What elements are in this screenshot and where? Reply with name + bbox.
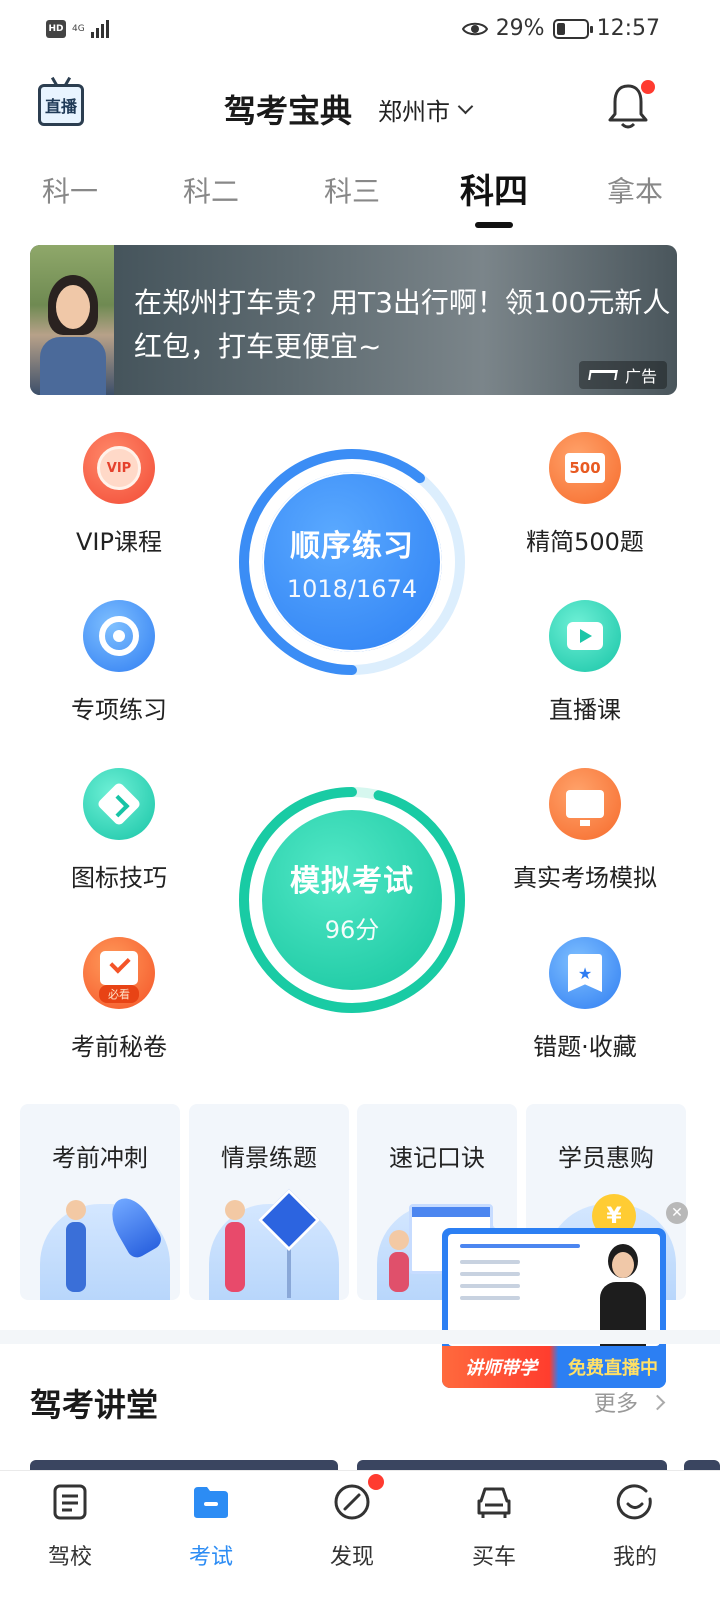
live-tv-label: 直播 — [44, 97, 77, 116]
nav-exam[interactable]: 考试 — [161, 1483, 261, 1571]
more-link[interactable]: 更多 — [594, 1386, 666, 1418]
ad-logo-icon — [588, 370, 618, 380]
car-icon — [477, 1487, 511, 1518]
note-icon — [53, 1484, 87, 1520]
city-name: 郑州市 — [378, 98, 450, 126]
ad-banner[interactable]: 在郑州打车贵？用T3出行啊！领100元新人红包，打车更便宜~ 广告 — [30, 245, 677, 395]
vip-icon: VIP — [83, 432, 155, 504]
real-exam-label: 真实考场模拟 — [513, 864, 657, 892]
500-badge-icon: 500 — [549, 432, 621, 504]
nav-exam-label: 考试 — [188, 1545, 233, 1570]
notification-dot — [641, 80, 655, 94]
special-practice-label: 专项练习 — [71, 696, 167, 724]
smile-icon — [616, 1484, 652, 1520]
eye-icon — [461, 22, 488, 35]
nav-mine[interactable]: 我的 — [585, 1483, 685, 1571]
subject-tabs: 科一 科二 科三 科四 拿本 — [0, 160, 720, 230]
secret-paper-label: 考前秘卷 — [71, 1033, 167, 1061]
ad-label: 广告 — [624, 367, 657, 386]
real-exam-button[interactable]: 真实考场模拟 — [490, 768, 680, 893]
bookmark-star-icon: ★ — [549, 937, 621, 1009]
sitting-person-illustration — [389, 1230, 409, 1292]
sign-tips-button[interactable]: 图标技巧 — [24, 768, 214, 893]
video-play-icon — [549, 600, 621, 672]
vip-course-label: VIP课程 — [76, 528, 162, 556]
compass-icon — [334, 1484, 370, 1520]
vip-course-button[interactable]: VIP VIP课程 — [24, 432, 214, 557]
city-selector[interactable]: 郑州市 — [378, 92, 474, 127]
discover-notification-dot — [368, 1474, 384, 1490]
monitor-icon — [549, 768, 621, 840]
close-icon[interactable]: ✕ — [666, 1202, 688, 1224]
special-practice-button[interactable]: 专项练习 — [24, 600, 214, 725]
more-label: 更多 — [594, 1392, 639, 1417]
tab-subject-2[interactable]: 科二 — [161, 170, 261, 210]
nav-buy-car-label: 买车 — [471, 1545, 516, 1570]
app-header: 直播 驾考宝典 郑州市 — [0, 70, 720, 142]
battery-icon — [552, 18, 593, 39]
nav-buy-car[interactable]: 买车 — [444, 1483, 544, 1571]
secret-paper-button[interactable]: 必看 考前秘卷 — [24, 937, 214, 1062]
network-indicator: HD 4G — [46, 20, 109, 38]
section-divider — [0, 1330, 720, 1344]
bottom-nav: 驾校 考试 发现 买车 我的 — [0, 1470, 720, 1600]
live-tv-button[interactable]: 直播 — [38, 84, 84, 126]
live-course-button[interactable]: 直播课 — [490, 600, 680, 725]
nav-driving-school[interactable]: 驾校 — [20, 1483, 120, 1571]
card-sprint[interactable]: 考前冲刺 — [20, 1104, 180, 1300]
sign-tips-label: 图标技巧 — [71, 864, 167, 892]
sequential-practice-button[interactable]: 顺序练习 1018/1674 — [236, 446, 468, 678]
nav-discover-label: 发现 — [329, 1545, 374, 1570]
exam-score: 96分 — [324, 915, 380, 944]
simplified-500-label: 精简500题 — [526, 528, 644, 556]
signal-icon — [90, 20, 109, 38]
card-student-deals-label: 学员惠购 — [558, 1144, 654, 1172]
mistakes-favorites-label: 错题·收藏 — [533, 1033, 637, 1061]
practice-progress-text: 1018/1674 — [286, 575, 418, 603]
ad-badge: 广告 — [578, 361, 667, 389]
folder-icon — [194, 1487, 228, 1518]
card-sprint-label: 考前冲刺 — [52, 1144, 148, 1172]
ad-photo — [30, 245, 114, 395]
clock: 12:57 — [596, 16, 660, 41]
exam-title: 模拟考试 — [290, 863, 414, 899]
chevron-down-icon — [457, 98, 474, 115]
mock-exam-button[interactable]: 模拟考试 96分 — [236, 784, 468, 1016]
floating-live-video[interactable]: 讲师带学 免费直播中 — [442, 1228, 666, 1388]
hd-badge: HD — [46, 20, 66, 38]
simplified-500-button[interactable]: 500 精简500题 — [490, 432, 680, 557]
lecturer-label: 讲师带学 — [465, 1358, 537, 1379]
network-type: 4G — [72, 23, 85, 34]
ad-text: 在郑州打车贵？用T3出行啊！领100元新人红包，打车更便宜~ — [134, 286, 671, 363]
card-scenario-label: 情景练题 — [221, 1144, 317, 1172]
target-icon — [83, 600, 155, 672]
checklist-icon: 必看 — [83, 937, 155, 1009]
tab-subject-3[interactable]: 科三 — [302, 170, 402, 210]
free-live-label: 免费直播中 — [568, 1358, 658, 1379]
runner-illustration — [225, 1200, 245, 1292]
tab-license[interactable]: 拿本 — [585, 170, 685, 210]
battery-percent: 29% — [495, 16, 545, 41]
app-title: 驾考宝典 — [224, 92, 353, 130]
tab-active-indicator — [475, 222, 513, 228]
must-see-badge: 必看 — [99, 985, 139, 1003]
road-sign-icon — [83, 768, 155, 840]
mistakes-favorites-button[interactable]: ★ 错题·收藏 — [490, 937, 680, 1062]
chevron-right-icon — [649, 1394, 666, 1410]
status-bar: HD 4G 29% 12:57 — [0, 0, 720, 64]
card-scenario[interactable]: 情景练题 — [189, 1104, 349, 1300]
nav-mine-label: 我的 — [612, 1545, 657, 1570]
card-mnemonics-label: 速记口诀 — [389, 1144, 485, 1172]
practice-title: 顺序练习 — [290, 529, 414, 564]
tab-subject-1[interactable]: 科一 — [20, 170, 120, 210]
section-title: 驾考讲堂 — [30, 1386, 159, 1424]
live-course-label: 直播课 — [549, 696, 621, 724]
person-illustration — [66, 1200, 86, 1292]
nav-driving-school-label: 驾校 — [47, 1545, 92, 1570]
nav-discover[interactable]: 发现 — [302, 1483, 402, 1571]
tab-subject-4[interactable]: 科四 — [444, 164, 544, 213]
